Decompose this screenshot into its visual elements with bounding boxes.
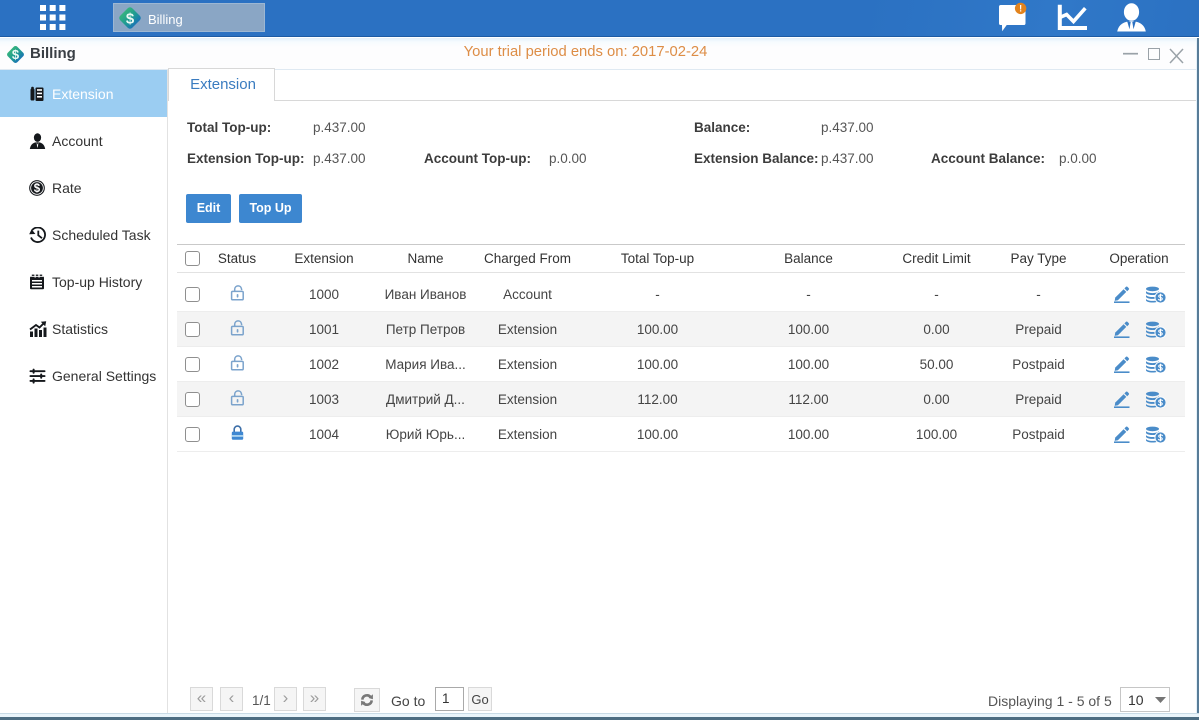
svg-text:!: ! <box>1019 4 1022 14</box>
svg-text:$: $ <box>126 11 135 28</box>
svg-text:$: $ <box>34 183 41 195</box>
